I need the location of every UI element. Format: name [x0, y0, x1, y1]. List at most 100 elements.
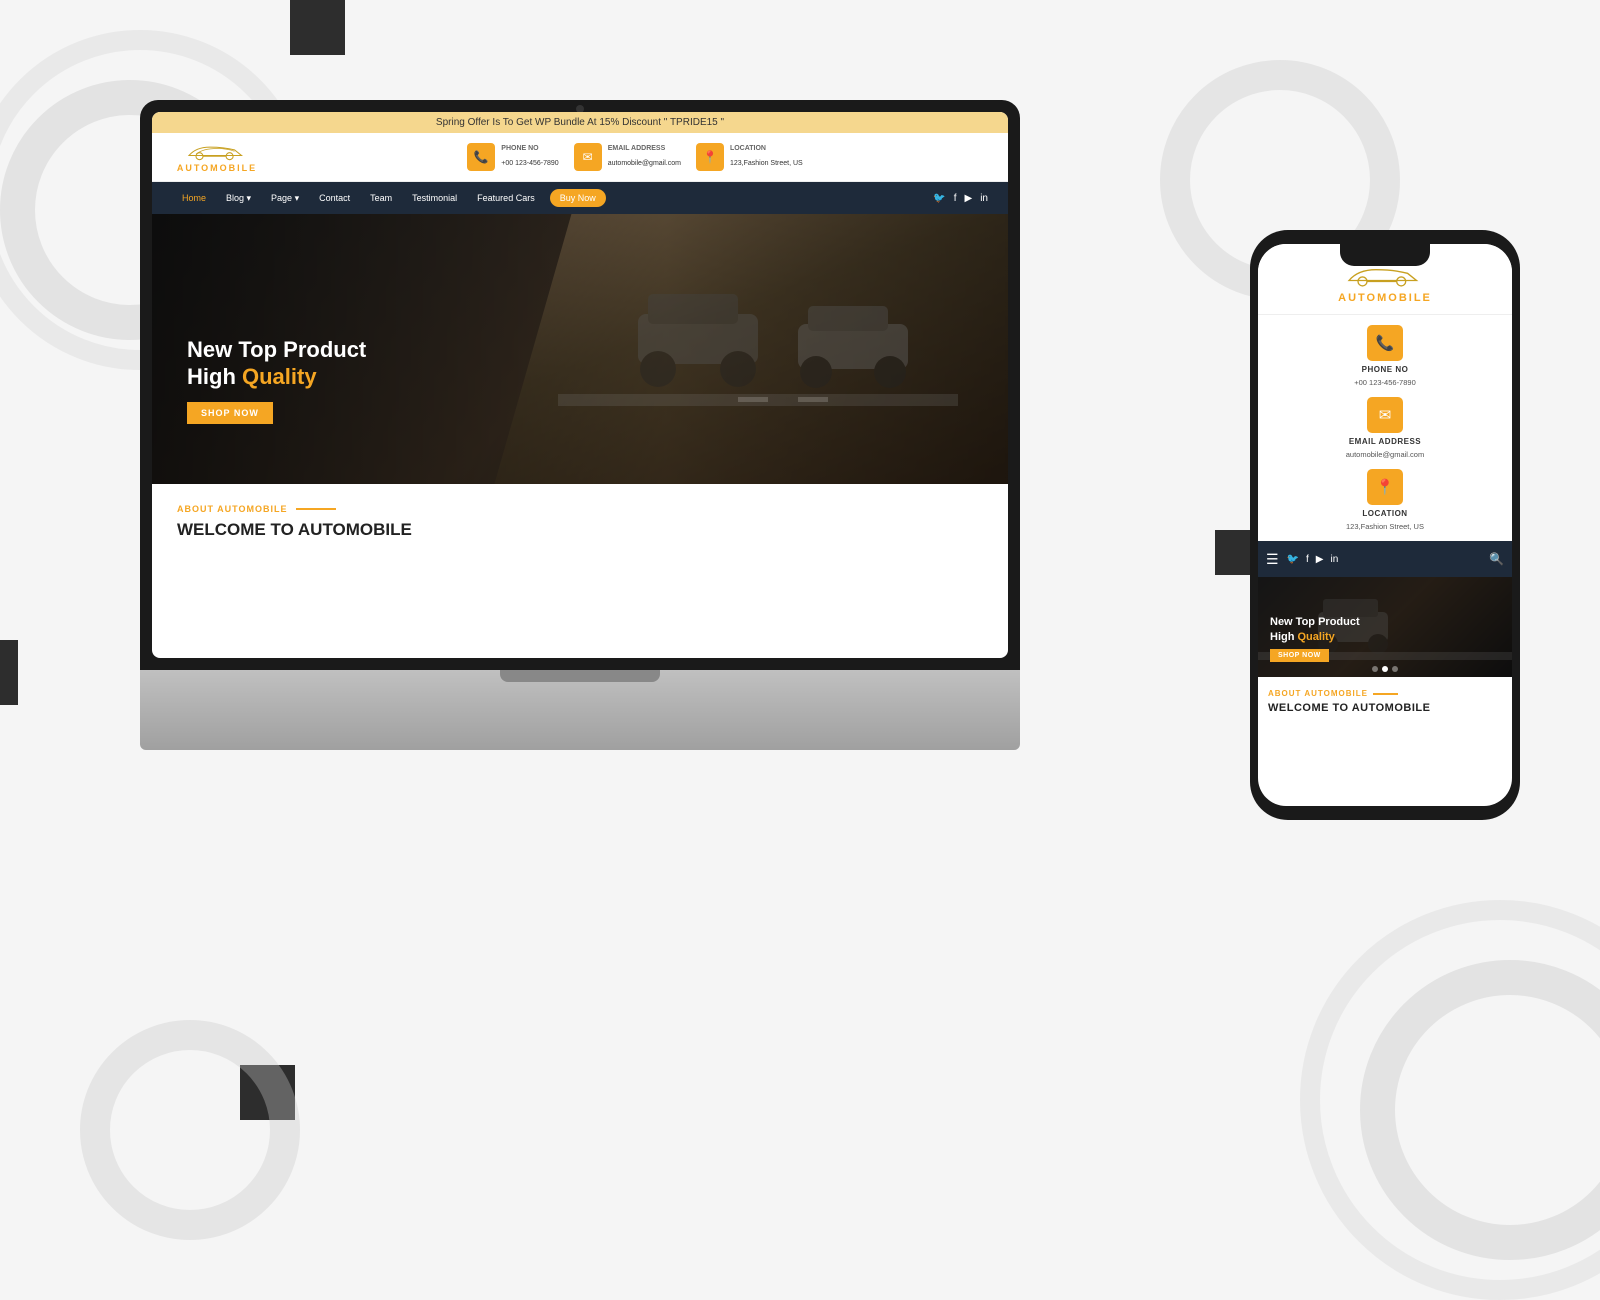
phone-icon: 📞	[467, 143, 495, 171]
logo-text: AUTOMOBILE	[177, 163, 257, 173]
buy-now-button[interactable]: Buy Now	[550, 189, 606, 207]
hero-title-gold: Quality	[242, 364, 317, 389]
search-icon[interactable]: 🔍	[1489, 552, 1504, 566]
decorative-circle-br2	[1300, 900, 1600, 1300]
phone-twitter-icon[interactable]: 🐦	[1287, 554, 1299, 565]
contact-items: 📞 PHONE NO +00 123-456-7890 ✉ EMAIL ADDR…	[282, 143, 988, 171]
location-info: LOCATION 123,Fashion Street, US	[730, 145, 803, 170]
location-label: LOCATION	[730, 145, 803, 152]
phone-hero-dots	[1372, 666, 1398, 672]
phone-contact-section: 📞 PHONE NO +00 123-456-7890 ✉ EMAIL ADDR…	[1258, 315, 1512, 541]
logo-brand: AUTO	[177, 163, 210, 173]
phone-logo-brand: AUTO	[1338, 292, 1377, 304]
site-nav: Home Blog ▾ Page ▾ Contact Team Testimon…	[152, 182, 1008, 214]
decorative-square-top	[290, 0, 345, 55]
laptop-hinge	[500, 670, 660, 682]
phone-location-icon: 📍	[1367, 469, 1403, 505]
banner-text: Spring Offer Is To Get WP Bundle At 15% …	[436, 117, 724, 128]
logo-car-icon	[182, 141, 252, 163]
email-label: EMAIL ADDRESS	[608, 145, 681, 152]
laptop-base	[140, 670, 1020, 750]
phone-email-label: EMAIL ADDRESS	[1349, 437, 1421, 446]
phone-shop-now-button[interactable]: SHOP NOW	[1270, 649, 1329, 662]
phone-label: PHONE NO	[501, 145, 558, 152]
phone-email-icon: ✉	[1367, 397, 1403, 433]
phone-location-label: LOCATION	[1362, 509, 1407, 518]
decorative-square-left	[0, 640, 18, 705]
phone-phone-label: PHONE NO	[1362, 365, 1409, 374]
hero-dot-2[interactable]	[1382, 666, 1388, 672]
phone-border: AUTOMOBILE 📞 PHONE NO +00 123-456-7890 ✉…	[1250, 230, 1520, 820]
phone-about-section: ABOUT AUTOMOBILE WELCOME TO AUTOMOBILE	[1258, 677, 1512, 726]
phone-nav-social: 🐦 f ▶ in	[1287, 554, 1339, 565]
hero-content: New Top Product High Quality SHOP NOW	[187, 337, 366, 424]
phone-mockup: AUTOMOBILE 📞 PHONE NO +00 123-456-7890 ✉…	[1250, 230, 1520, 820]
laptop-mockup: Spring Offer Is To Get WP Bundle At 15% …	[140, 100, 1040, 750]
phone-hero-section: New Top Product High Quality SHOP NOW	[1258, 577, 1512, 677]
phone-hero-content: New Top Product High Quality SHOP NOW	[1270, 615, 1360, 662]
location-icon: 📍	[696, 143, 724, 171]
about-section: ABOUT AUTOMOBILE WELCOME TO AUTOMOBILE	[152, 484, 1008, 560]
contact-email: ✉ EMAIL ADDRESS automobile@gmail.com	[574, 143, 681, 171]
contact-location: 📍 LOCATION 123,Fashion Street, US	[696, 143, 803, 171]
phone-contact-email: ✉ EMAIL ADDRESS automobile@gmail.com	[1346, 397, 1424, 459]
email-value: automobile@gmail.com	[608, 160, 681, 167]
nav-contact[interactable]: Contact	[309, 193, 360, 203]
hamburger-icon[interactable]: ☰	[1266, 551, 1279, 568]
logo: AUTOMOBILE	[172, 141, 262, 173]
contact-phone: 📞 PHONE NO +00 123-456-7890	[467, 143, 558, 171]
phone-hero-title: New Top Product High Quality	[1270, 615, 1360, 644]
shop-now-button[interactable]: SHOP NOW	[187, 402, 273, 424]
phone-about-title: WELCOME TO AUTOMOBILE	[1268, 702, 1502, 714]
phone-youtube-icon[interactable]: ▶	[1316, 554, 1324, 565]
phone-nav: ☰ 🐦 f ▶ in 🔍	[1258, 541, 1512, 577]
phone-phone-icon: 📞	[1367, 325, 1403, 361]
linkedin-icon[interactable]: in	[980, 193, 988, 204]
phone-notch	[1340, 244, 1430, 266]
about-title: WELCOME TO AUTOMOBILE	[177, 520, 983, 540]
phone-logo-car-icon	[1340, 262, 1430, 290]
site-header: AUTOMOBILE 📞 PHONE NO +00 123-456-7890	[152, 133, 1008, 182]
hero-title-line1: New Top Product	[187, 337, 366, 363]
phone-hero-line1: New Top Product	[1270, 615, 1360, 629]
hero-title-plain: High	[187, 364, 242, 389]
email-icon: ✉	[574, 143, 602, 171]
laptop-screen: Spring Offer Is To Get WP Bundle At 15% …	[152, 112, 1008, 658]
phone-logo-highlight: MOBILE	[1377, 292, 1432, 304]
phone-location-value: 123,Fashion Street, US	[1346, 522, 1424, 531]
phone-about-label: ABOUT AUTOMOBILE	[1268, 689, 1502, 698]
hero-title-line2: High Quality	[187, 364, 366, 390]
nav-team[interactable]: Team	[360, 193, 402, 203]
twitter-icon[interactable]: 🐦	[933, 193, 945, 204]
hero-section: New Top Product High Quality SHOP NOW	[152, 214, 1008, 484]
nav-featured-cars[interactable]: Featured Cars	[467, 193, 545, 203]
promo-banner: Spring Offer Is To Get WP Bundle At 15% …	[152, 112, 1008, 133]
decorative-circle-bl	[80, 1020, 300, 1240]
email-info: EMAIL ADDRESS automobile@gmail.com	[608, 145, 681, 170]
nav-blog[interactable]: Blog ▾	[216, 193, 261, 204]
facebook-icon[interactable]: f	[954, 193, 957, 204]
nav-page[interactable]: Page ▾	[261, 193, 309, 204]
nav-home[interactable]: Home	[172, 193, 216, 203]
youtube-icon[interactable]: ▶	[965, 193, 973, 204]
phone-contact-location: 📍 LOCATION 123,Fashion Street, US	[1346, 469, 1424, 531]
logo-highlight: MOBILE	[210, 163, 257, 173]
phone-linkedin-icon[interactable]: in	[1331, 554, 1339, 565]
hero-cars-svg	[558, 234, 958, 464]
phone-facebook-icon[interactable]: f	[1306, 554, 1309, 565]
about-label: ABOUT AUTOMOBILE	[177, 504, 983, 514]
phone-email-value: automobile@gmail.com	[1346, 450, 1424, 459]
nav-testimonial[interactable]: Testimonial	[402, 193, 467, 203]
location-value: 123,Fashion Street, US	[730, 160, 803, 167]
phone-contact-phone: 📞 PHONE NO +00 123-456-7890	[1354, 325, 1416, 387]
hero-dot-3[interactable]	[1392, 666, 1398, 672]
laptop-border: Spring Offer Is To Get WP Bundle At 15% …	[140, 100, 1020, 670]
phone-info: PHONE NO +00 123-456-7890	[501, 145, 558, 170]
phone-logo-text: AUTOMOBILE	[1338, 292, 1432, 304]
phone-hero-line2: High Quality	[1270, 630, 1360, 644]
phone-value: +00 123-456-7890	[501, 160, 558, 167]
phone-phone-value: +00 123-456-7890	[1354, 378, 1416, 387]
hero-dot-1[interactable]	[1372, 666, 1378, 672]
nav-social-links: 🐦 f ▶ in	[933, 193, 988, 204]
hero-title: New Top Product High Quality	[187, 337, 366, 390]
